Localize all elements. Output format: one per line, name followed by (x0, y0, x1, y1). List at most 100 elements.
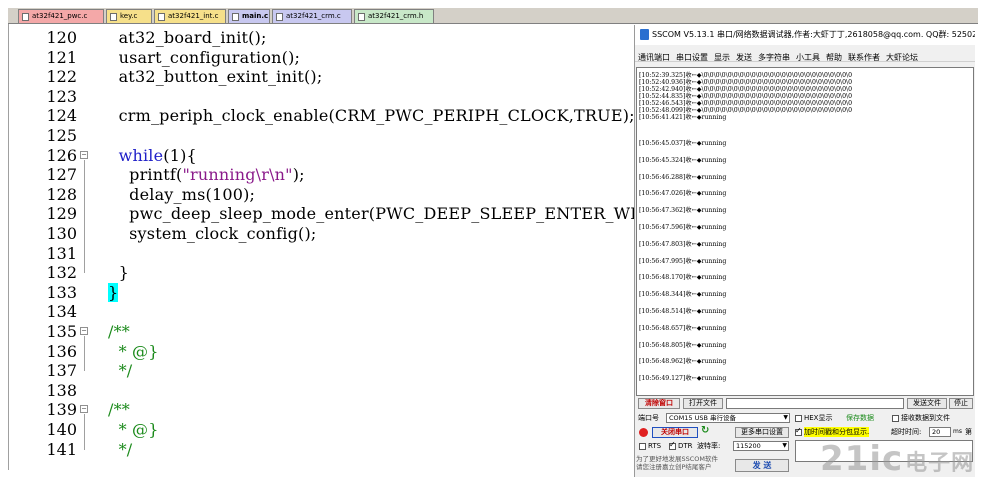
line-number: 131 (46, 243, 77, 263)
tab-at32f421-crm-c[interactable]: at32f421_crm.c (272, 9, 352, 23)
comment: * @} (108, 341, 159, 361)
code-line[interactable]: 122 at32_button_exint_init(); (9, 67, 635, 87)
log-line: [10:56:48.962]收←◆running (639, 358, 727, 366)
fold-toggle-icon[interactable]: − (80, 405, 88, 414)
menu-item[interactable]: 显示 (711, 50, 733, 66)
recv-to-file-checkbox[interactable] (892, 415, 899, 422)
code-line[interactable]: 136 * @} (9, 342, 635, 362)
code-line[interactable]: 135− /** (9, 322, 635, 342)
tab-at32f421-pwc-c[interactable]: at32f421_pwc.c (18, 9, 104, 23)
code-line[interactable]: 130 system_clock_config(); (9, 224, 635, 244)
log-line: [10:56:47.362]收←◆running (639, 207, 727, 215)
code-line[interactable]: 134 (9, 302, 635, 322)
menu-item[interactable]: 发送 (733, 50, 755, 66)
rts-checkbox[interactable] (639, 443, 646, 450)
fold-toggle-icon[interactable]: − (80, 327, 88, 335)
code-line[interactable]: 131 (9, 244, 635, 264)
log-line: [10:52:40.936]收←◆\0\0\0\0\0\0\0\0\0\0\0\… (639, 79, 853, 86)
log-line: [10:52:42.940]收←◆\0\0\0\0\0\0\0\0\0\0\0\… (639, 86, 853, 93)
code-line[interactable]: 123 (9, 87, 635, 107)
menu-item[interactable]: 多字符串 (755, 50, 793, 66)
code-line[interactable]: 126− while(1){ (9, 146, 635, 166)
stop-button[interactable]: 停止 (949, 398, 973, 409)
code-text: * @} (108, 342, 159, 362)
sscom-title: SSCOM V5.13.1 串口/网络数据调试器,作者:大虾丁丁,2618058… (652, 30, 975, 39)
line-number: 135 (46, 322, 77, 341)
code-line[interactable]: 139− /** (9, 400, 635, 420)
line-number: 124 (46, 106, 77, 126)
code-line[interactable]: 133} (9, 282, 635, 303)
send-button[interactable]: 发 送 (735, 459, 789, 472)
send-file-button[interactable]: 发送文件 (907, 398, 947, 409)
code-line[interactable]: 121 usart_configuration(); (9, 48, 635, 68)
line-number: 126 (46, 145, 77, 165)
menu-item[interactable]: 帮助 (823, 50, 845, 66)
comment: * @} (108, 420, 159, 439)
code-token: system_clock_config(); (108, 224, 317, 243)
log-line: [10:52:48.099]收←◆\0\0\0\0\0\0\0\0\0\0\0\… (639, 107, 853, 114)
line-number: 125 (46, 126, 77, 145)
receive-log[interactable]: [10:52:39.325]收←◆\0\0\0\0\0\0\0\0\0\0\0\… (636, 67, 974, 396)
dtr-checkbox[interactable] (669, 440, 676, 450)
code-text: * @} (108, 420, 159, 440)
matched-brace: } (108, 282, 119, 302)
comment: /** (108, 322, 130, 341)
log-line: [10:56:41.421]收←◆running (639, 114, 727, 121)
port-status-icon (639, 428, 648, 437)
menu-item[interactable]: 串口设置 (673, 50, 711, 66)
code-text: usart_configuration(); (108, 48, 300, 68)
code-line[interactable]: 129 pwc_deep_sleep_mode_enter(PWC_DEEP_S… (9, 204, 635, 224)
port-select[interactable]: COM15 USB 串行设备 ▼ (666, 413, 790, 423)
menu-item[interactable]: 小工具 (793, 50, 823, 66)
line-number: 121 (46, 47, 77, 67)
timeout-input[interactable]: 20 (929, 427, 951, 437)
menu-item[interactable]: 联系作者 (845, 50, 883, 66)
code-text: at32_button_exint_init(); (108, 67, 323, 87)
log-line: [10:52:39.325]收←◆\0\0\0\0\0\0\0\0\0\0\0\… (639, 72, 853, 79)
baud-value: 115200 (736, 442, 761, 450)
code-line[interactable]: 127 printf("running\r\n"); (9, 165, 635, 185)
open-file-button[interactable]: 打开文件 (683, 398, 723, 409)
line-number: 128 (46, 184, 77, 204)
tab-key-c[interactable]: key.c (106, 9, 152, 23)
menu-item[interactable]: 大虾论坛 (883, 50, 921, 66)
line-number: 137 (46, 361, 77, 381)
hex-show-checkbox[interactable] (795, 415, 802, 422)
tab-at32f421-crm-h[interactable]: at32f421_crm.h (354, 9, 434, 23)
line-number: 134 (46, 302, 77, 322)
tab-main-c[interactable]: main.c (228, 9, 270, 23)
code-text: printf("running\r\n"); (108, 165, 305, 185)
dtr-label: DTR (678, 442, 693, 450)
sscom-menu-bar: 通讯端口 串口设置 显示 发送 多字符串 小工具 帮助 联系作者 大虾论坛 (635, 45, 975, 62)
code-line[interactable]: 128 delay_ms(100); (9, 185, 635, 205)
code-line[interactable]: 132 } (9, 263, 635, 283)
fold-toggle-icon[interactable]: − (80, 150, 88, 159)
save-data-button[interactable]: 保存数据 (846, 413, 874, 423)
line-number: 140 (46, 420, 77, 439)
file-path-field[interactable] (726, 398, 904, 409)
more-port-settings-button[interactable]: 更多串口设置 (735, 427, 789, 438)
line-number: 136 (46, 341, 77, 361)
code-line[interactable]: 120 at32_board_init(); (9, 28, 635, 48)
code-line[interactable]: 138 (9, 381, 635, 401)
line-number: 139 (46, 400, 77, 420)
log-line: [10:52:46.543]收←◆\0\0\0\0\0\0\0\0\0\0\0\… (639, 100, 853, 107)
code-line[interactable]: 140 * @} (9, 420, 635, 440)
editor-tab-bar: at32f421_pwc.c key.c at32f421_int.c main.c a… (8, 8, 978, 24)
log-line: [10:56:49.127]收←◆running (639, 375, 727, 383)
code-line[interactable]: 141 */ (9, 440, 635, 460)
line-number: 122 (46, 67, 77, 87)
timestamp-checkbox[interactable] (795, 426, 802, 436)
code-line[interactable]: 137 */ (9, 361, 635, 381)
code-line[interactable]: 124 crm_periph_clock_enable(CRM_PWC_PERI… (9, 106, 635, 126)
comment: /** (108, 400, 130, 420)
menu-item[interactable]: 通讯端口 (635, 50, 673, 66)
clear-window-button[interactable]: 清除窗口 (638, 398, 680, 409)
close-port-button[interactable]: 关闭串口 (652, 427, 698, 438)
baud-select[interactable]: 115200 ▼ (733, 441, 789, 451)
code-editor[interactable]: 120 at32_board_init(); 121 usart_configur… (8, 24, 635, 470)
refresh-icon[interactable]: ↻ (701, 425, 709, 436)
tab-label: main.c (242, 12, 269, 20)
tab-at32f421-int-c[interactable]: at32f421_int.c (154, 9, 226, 23)
code-line[interactable]: 125 (9, 126, 635, 146)
